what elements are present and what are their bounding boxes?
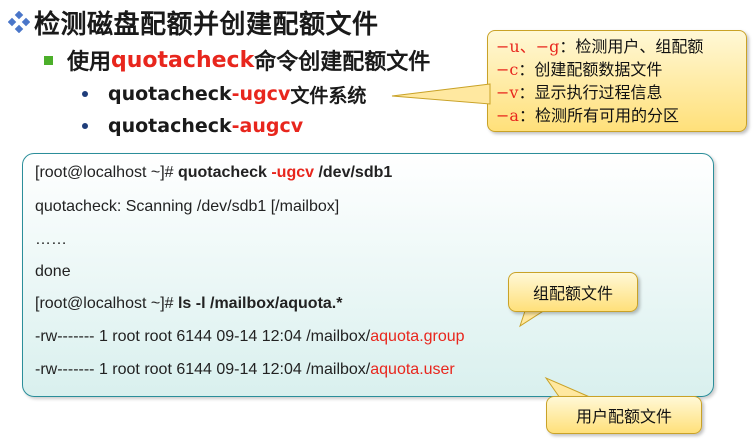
terminal-line: -rw------- 1 root root 6144 09-14 12:04 … — [35, 357, 455, 383]
slide-title: 检测磁盘配额并创建配额文件 — [8, 4, 379, 40]
usage-line-1: quotacheck -ugcv 文件系统 — [82, 80, 366, 108]
option-row: −c：创建配额数据文件 — [496, 58, 738, 81]
group-file-callout: 组配额文件 — [508, 272, 638, 312]
terminal-line: [root@localhost ~]# ls -l /mailbox/aquot… — [35, 291, 342, 317]
diamond-bullet-icon — [8, 11, 30, 33]
square-bullet-icon — [44, 55, 53, 65]
slide-title-text: 检测磁盘配额并创建配额文件 — [34, 9, 379, 40]
subtitle-prefix: 使用 — [67, 50, 112, 75]
terminal-command: ls -l /mailbox/aquota.* — [177, 295, 343, 312]
option-key: −v — [496, 83, 519, 102]
option-desc: ：检测用户、组配额 — [559, 37, 704, 56]
option-row: −a：检测所有可用的分区 — [496, 104, 738, 127]
terminal-line: -rw------- 1 root root 6144 09-14 12:04 … — [35, 324, 465, 350]
option-row: −v：显示执行过程信息 — [496, 81, 738, 104]
dot-bullet-icon — [82, 91, 88, 97]
terminal-line: …… — [35, 231, 67, 248]
file-name: aquota.group — [370, 328, 465, 345]
option-desc: ：创建配额数据文件 — [518, 60, 663, 79]
terminal-line: quotacheck: Scanning /dev/sdb1 [/mailbox… — [35, 198, 340, 215]
terminal-prompt: [root@localhost ~]# — [35, 295, 178, 312]
terminal-flags: -ugcv — [271, 164, 315, 181]
option-desc: ：检测所有可用的分区 — [518, 106, 679, 125]
usage-line-2: quotacheck -augcv — [82, 112, 303, 140]
usage-flags: -ugcv — [231, 83, 291, 105]
usage-flags: -augcv — [231, 115, 304, 137]
dot-bullet-icon — [82, 123, 88, 129]
file-listing-prefix: -rw------- 1 root root 6144 09-14 12:04 … — [35, 361, 371, 378]
terminal-line: [root@localhost ~]# quotacheck -ugcv /de… — [35, 160, 392, 186]
option-key: −a — [496, 106, 519, 125]
usage-cmd: quotacheck — [108, 83, 232, 105]
option-key: −u、−g — [496, 37, 560, 56]
terminal-arg: /dev/sdb1 — [314, 164, 393, 181]
subtitle: 使用 quotacheck 命令创建配额文件 — [44, 44, 430, 76]
option-key: −c — [496, 60, 519, 79]
option-row: −u、−g：检测用户、组配额 — [496, 35, 738, 58]
file-name: aquota.user — [370, 361, 455, 378]
usage-cmd: quotacheck — [108, 115, 232, 137]
terminal-prompt: [root@localhost ~]# — [35, 164, 178, 181]
option-desc: ：显示执行过程信息 — [518, 83, 663, 102]
usage-arg: 文件系统 — [290, 84, 367, 107]
file-listing-prefix: -rw------- 1 root root 6144 09-14 12:04 … — [35, 328, 371, 345]
subtitle-command: quotacheck — [111, 47, 255, 73]
terminal-command: quotacheck — [177, 164, 272, 181]
user-file-callout: 用户配额文件 — [546, 396, 702, 434]
options-callout-pointer — [391, 83, 491, 105]
subtitle-suffix: 命令创建配额文件 — [254, 50, 431, 75]
terminal-line: done — [35, 263, 71, 280]
options-callout: −u、−g：检测用户、组配额 −c：创建配额数据文件 −v：显示执行过程信息 −… — [487, 30, 747, 132]
